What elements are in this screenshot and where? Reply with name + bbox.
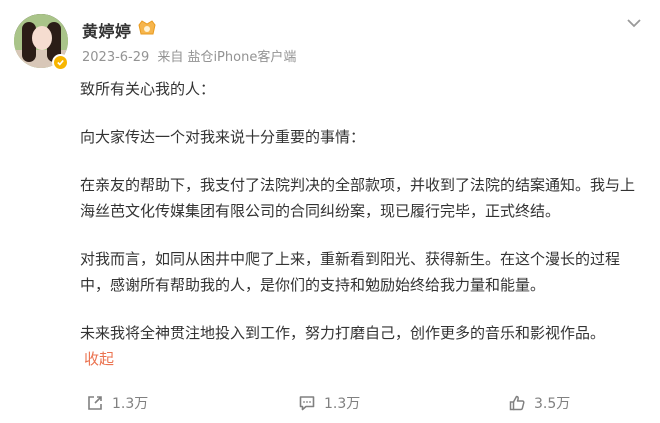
like-icon bbox=[509, 395, 525, 411]
collapse-link[interactable]: 收起 bbox=[84, 348, 114, 369]
paragraph: 致所有关心我的人： bbox=[80, 80, 216, 98]
post-source: 盐仓iPhone客户端 bbox=[187, 50, 297, 65]
like-button[interactable]: 3.5万 bbox=[508, 388, 570, 418]
share-button[interactable]: 1.3万 bbox=[86, 388, 148, 418]
verified-badge-icon bbox=[52, 54, 69, 71]
more-options-icon[interactable] bbox=[626, 14, 642, 28]
share-count: 1.3万 bbox=[112, 396, 149, 412]
source-prefix: 来自 bbox=[157, 50, 184, 65]
author-name[interactable]: 黄婷婷 bbox=[82, 18, 132, 42]
comment-icon bbox=[299, 396, 315, 411]
weibo-post: 黄婷婷 2023-6-29 来自 盐仓iPhone客户端 致所有关心我的人： 向大… bbox=[0, 0, 660, 423]
comment-button[interactable]: 1.3万 bbox=[298, 388, 360, 418]
comment-count: 1.3万 bbox=[324, 396, 361, 412]
post-date[interactable]: 2023-6-29 bbox=[82, 50, 149, 65]
paragraph: 向大家传达一个对我来说十分重要的事情： bbox=[80, 128, 366, 146]
paragraph: 对我而言，如同从困井中爬了上来，重新看到阳光、获得新生。在这个漫长的过程中，感谢… bbox=[80, 250, 621, 294]
member-badge-icon[interactable] bbox=[136, 19, 158, 37]
action-bar: 1.3万 1.3万 3.5万 bbox=[0, 388, 660, 418]
like-count: 3.5万 bbox=[534, 396, 571, 412]
paragraph: 未来我将全神贯注地投入到工作，努力打磨自己，创作更多的音乐和影视作品。 bbox=[80, 324, 606, 342]
paragraph: 在亲友的帮助下，我支付了法院判决的全部款项，并收到了法院的结案通知。我与上海丝芭… bbox=[80, 176, 636, 220]
post-meta: 2023-6-29 来自 盐仓iPhone客户端 bbox=[82, 46, 300, 65]
share-icon bbox=[88, 396, 102, 410]
